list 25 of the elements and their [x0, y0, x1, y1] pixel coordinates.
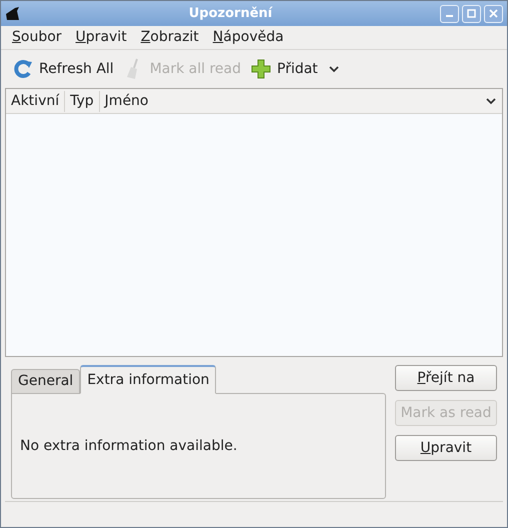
info-text: No extra information available. — [20, 436, 238, 456]
tab[interactable]: Extra information — [80, 365, 216, 394]
close-button[interactable] — [484, 4, 503, 22]
maximize-button[interactable] — [462, 4, 481, 22]
plus-icon — [251, 59, 271, 79]
close-icon — [489, 9, 498, 18]
chevron-down-icon[interactable] — [328, 65, 340, 73]
menu-item[interactable]: Soubor — [12, 27, 62, 48]
toolbar-button[interactable]: Přidat — [251, 58, 318, 80]
menu-item[interactable]: Nápověda — [212, 27, 284, 48]
maximize-icon — [467, 9, 476, 18]
tab[interactable]: General — [11, 369, 80, 394]
action-button[interactable]: Upravit — [395, 435, 497, 461]
menu-item[interactable]: Upravit — [76, 27, 127, 48]
column-header[interactable]: Typ — [65, 90, 100, 112]
column-header[interactable]: Jméno — [100, 90, 485, 112]
menu-item[interactable]: Zobrazit — [140, 27, 199, 48]
refresh-icon — [13, 59, 33, 79]
toolbar-button[interactable]: Refresh All — [13, 58, 114, 80]
minimize-button[interactable] — [440, 4, 459, 22]
app-icon — [5, 6, 21, 22]
window-title: Upozornění — [188, 4, 274, 23]
chevron-down-icon[interactable] — [485, 97, 497, 105]
column-header[interactable]: Aktivní — [6, 90, 66, 112]
action-button[interactable]: Přejít na — [395, 365, 497, 391]
